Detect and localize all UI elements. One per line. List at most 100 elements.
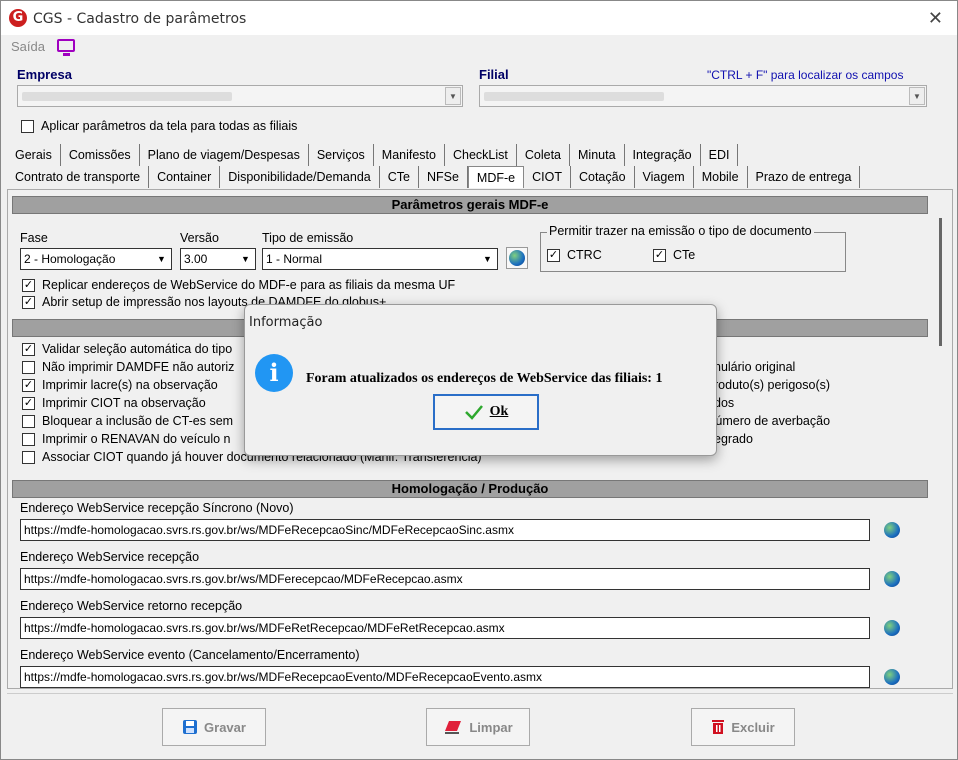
scrollbar-thumb[interactable] bbox=[939, 218, 942, 346]
doc-type-group: Permitir trazer na emissão o tipo de doc… bbox=[540, 224, 846, 272]
vertical-scrollbar[interactable] bbox=[932, 190, 952, 688]
empresa-label: Empresa bbox=[17, 67, 72, 82]
ws-url-input[interactable]: https://mdfe-homologacao.svrs.rs.gov.br/… bbox=[20, 519, 870, 541]
tab-comiss-es[interactable]: Comissões bbox=[61, 144, 140, 166]
option-label: Bloquear a inclusão de CT-es sem bbox=[42, 414, 234, 428]
globe-icon bbox=[509, 250, 525, 266]
limpar-button[interactable]: Limpar bbox=[426, 708, 530, 746]
tab-gerais[interactable]: Gerais bbox=[7, 144, 61, 166]
tab-cte[interactable]: CTe bbox=[380, 166, 419, 188]
fase-select[interactable]: 2 - Homologação ▼ bbox=[20, 248, 172, 270]
filial-select[interactable]: ▼ bbox=[479, 85, 927, 107]
close-icon[interactable]: ✕ bbox=[928, 8, 943, 29]
tab-row-2: Contrato de transporte Container Disponibi… bbox=[7, 166, 861, 188]
apply-all-checkbox[interactable] bbox=[21, 120, 34, 133]
ws-field-label: Endereço WebService recepção Síncrono (N… bbox=[20, 501, 294, 515]
tab-manifesto[interactable]: Manifesto bbox=[374, 144, 445, 166]
ok-button[interactable]: Ok bbox=[433, 394, 539, 430]
versao-value: 3.00 bbox=[184, 252, 208, 266]
chevron-down-icon[interactable]: ▼ bbox=[237, 250, 254, 268]
tipo-emissao-select[interactable]: 1 - Normal ▼ bbox=[262, 248, 498, 270]
chevron-down-icon[interactable]: ▼ bbox=[445, 87, 461, 105]
info-icon: i bbox=[255, 354, 293, 392]
main-window: G CGS - Cadastro de parâmetros ✕ Saída E… bbox=[0, 0, 958, 760]
option-label: Imprimir o RENAVAN do veículo n bbox=[42, 432, 231, 446]
versao-label: Versão bbox=[180, 231, 219, 245]
globe-button[interactable] bbox=[506, 247, 528, 269]
ctrc-label: CTRC bbox=[567, 248, 602, 262]
option-label: Imprimir lacre(s) na observação bbox=[42, 378, 218, 392]
option-checkbox[interactable] bbox=[22, 415, 35, 428]
tab-disponibilidade-demanda[interactable]: Disponibilidade/Demanda bbox=[220, 166, 380, 188]
option-label: Imprimir CIOT na observação bbox=[42, 396, 206, 410]
globe-icon[interactable] bbox=[884, 522, 900, 538]
tab-checklist[interactable]: CheckList bbox=[445, 144, 517, 166]
filial-label: Filial bbox=[479, 67, 509, 82]
info-dialog: Informação i Foram atualizados os endere… bbox=[244, 304, 717, 456]
option-checkbox[interactable]: ✓ bbox=[22, 343, 35, 356]
title-bar: G CGS - Cadastro de parâmetros ✕ bbox=[1, 1, 957, 35]
option-label-right: e número de averbação bbox=[698, 414, 831, 428]
tab-edi[interactable]: EDI bbox=[701, 144, 739, 166]
tab-coleta[interactable]: Coleta bbox=[517, 144, 571, 166]
tipo-emissao-label: Tipo de emissão bbox=[262, 231, 354, 245]
cte-checkbox[interactable]: ✓ bbox=[653, 249, 666, 262]
excluir-button[interactable]: Excluir bbox=[691, 708, 795, 746]
chevron-down-icon[interactable]: ▼ bbox=[909, 87, 925, 105]
ws-field-label: Endereço WebService recepção bbox=[20, 550, 200, 564]
ctrc-checkbox[interactable]: ✓ bbox=[547, 249, 560, 262]
tab-integra-o[interactable]: Integração bbox=[625, 144, 701, 166]
dialog-message: Foram atualizados os endereços de WebSer… bbox=[306, 371, 663, 386]
trash-icon bbox=[712, 720, 725, 734]
tab-plano-de-viagem-despesas[interactable]: Plano de viagem/Despesas bbox=[140, 144, 309, 166]
option-checkbox[interactable] bbox=[22, 361, 35, 374]
save-icon bbox=[183, 720, 198, 734]
monitor-icon[interactable] bbox=[57, 39, 75, 56]
abrir-setup-checkbox[interactable]: ✓ bbox=[22, 296, 35, 309]
tab-servi-os[interactable]: Serviços bbox=[309, 144, 374, 166]
excluir-label: Excluir bbox=[731, 719, 775, 735]
gravar-label: Gravar bbox=[204, 719, 246, 735]
option-checkbox[interactable] bbox=[22, 451, 35, 464]
tab-mdf-e[interactable]: MDF-e bbox=[467, 166, 525, 188]
globe-icon[interactable] bbox=[884, 669, 900, 685]
globe-icon[interactable] bbox=[884, 620, 900, 636]
apply-all-label: Aplicar parâmetros da tela para todas as… bbox=[41, 119, 298, 133]
fase-value: 2 - Homologação bbox=[24, 252, 116, 266]
option-label-right: dos bbox=[714, 396, 735, 410]
fase-label: Fase bbox=[20, 231, 48, 245]
window-title: CGS - Cadastro de parâmetros bbox=[33, 11, 247, 27]
section-title-homologacao: Homologação / Produção bbox=[12, 480, 928, 498]
chevron-down-icon[interactable]: ▼ bbox=[153, 250, 170, 268]
tab-minuta[interactable]: Minuta bbox=[570, 144, 625, 166]
tab-viagem[interactable]: Viagem bbox=[635, 166, 694, 188]
empresa-select[interactable]: ▼ bbox=[17, 85, 463, 107]
eraser-icon bbox=[445, 721, 462, 734]
ws-url-input[interactable]: https://mdfe-homologacao.svrs.rs.gov.br/… bbox=[20, 617, 870, 639]
ws-url-input[interactable]: https://mdfe-homologacao.svrs.rs.gov.br/… bbox=[20, 666, 870, 688]
tab-row-1: Gerais Comissões Plano de viagem/Despesas S… bbox=[7, 144, 739, 166]
option-checkbox[interactable]: ✓ bbox=[22, 397, 35, 410]
ws-field-label: Endereço WebService retorno recepção bbox=[20, 599, 243, 613]
doc-type-group-label: Permitir trazer na emissão o tipo de doc… bbox=[547, 224, 814, 238]
empresa-value-redacted bbox=[22, 92, 232, 101]
tab-nfse[interactable]: NFSe bbox=[419, 166, 468, 188]
tab-ciot[interactable]: CIOT bbox=[524, 166, 571, 188]
ws-url-input[interactable]: https://mdfe-homologacao.svrs.rs.gov.br/… bbox=[20, 568, 870, 590]
versao-select[interactable]: 3.00 ▼ bbox=[180, 248, 256, 270]
tab-prazo-de-entrega[interactable]: Prazo de entrega bbox=[748, 166, 861, 188]
tab-contrato-de-transporte[interactable]: Contrato de transporte bbox=[7, 166, 150, 188]
option-checkbox[interactable]: ✓ bbox=[22, 379, 35, 392]
tab-cota-o[interactable]: Cotação bbox=[571, 166, 635, 188]
gravar-button[interactable]: Gravar bbox=[162, 708, 266, 746]
option-label: Não imprimir DAMDFE não autoriz bbox=[42, 360, 235, 374]
tab-mobile[interactable]: Mobile bbox=[694, 166, 748, 188]
saida-menu[interactable]: Saída bbox=[11, 39, 45, 54]
tab-container[interactable]: Container bbox=[149, 166, 221, 188]
bottom-toolbar: Gravar Limpar Excluir bbox=[7, 693, 953, 755]
replicar-checkbox[interactable]: ✓ bbox=[22, 279, 35, 292]
globe-icon[interactable] bbox=[884, 571, 900, 587]
option-checkbox[interactable] bbox=[22, 433, 35, 446]
section-title-general: Parâmetros gerais MDF-e bbox=[12, 196, 928, 214]
chevron-down-icon[interactable]: ▼ bbox=[479, 250, 496, 268]
